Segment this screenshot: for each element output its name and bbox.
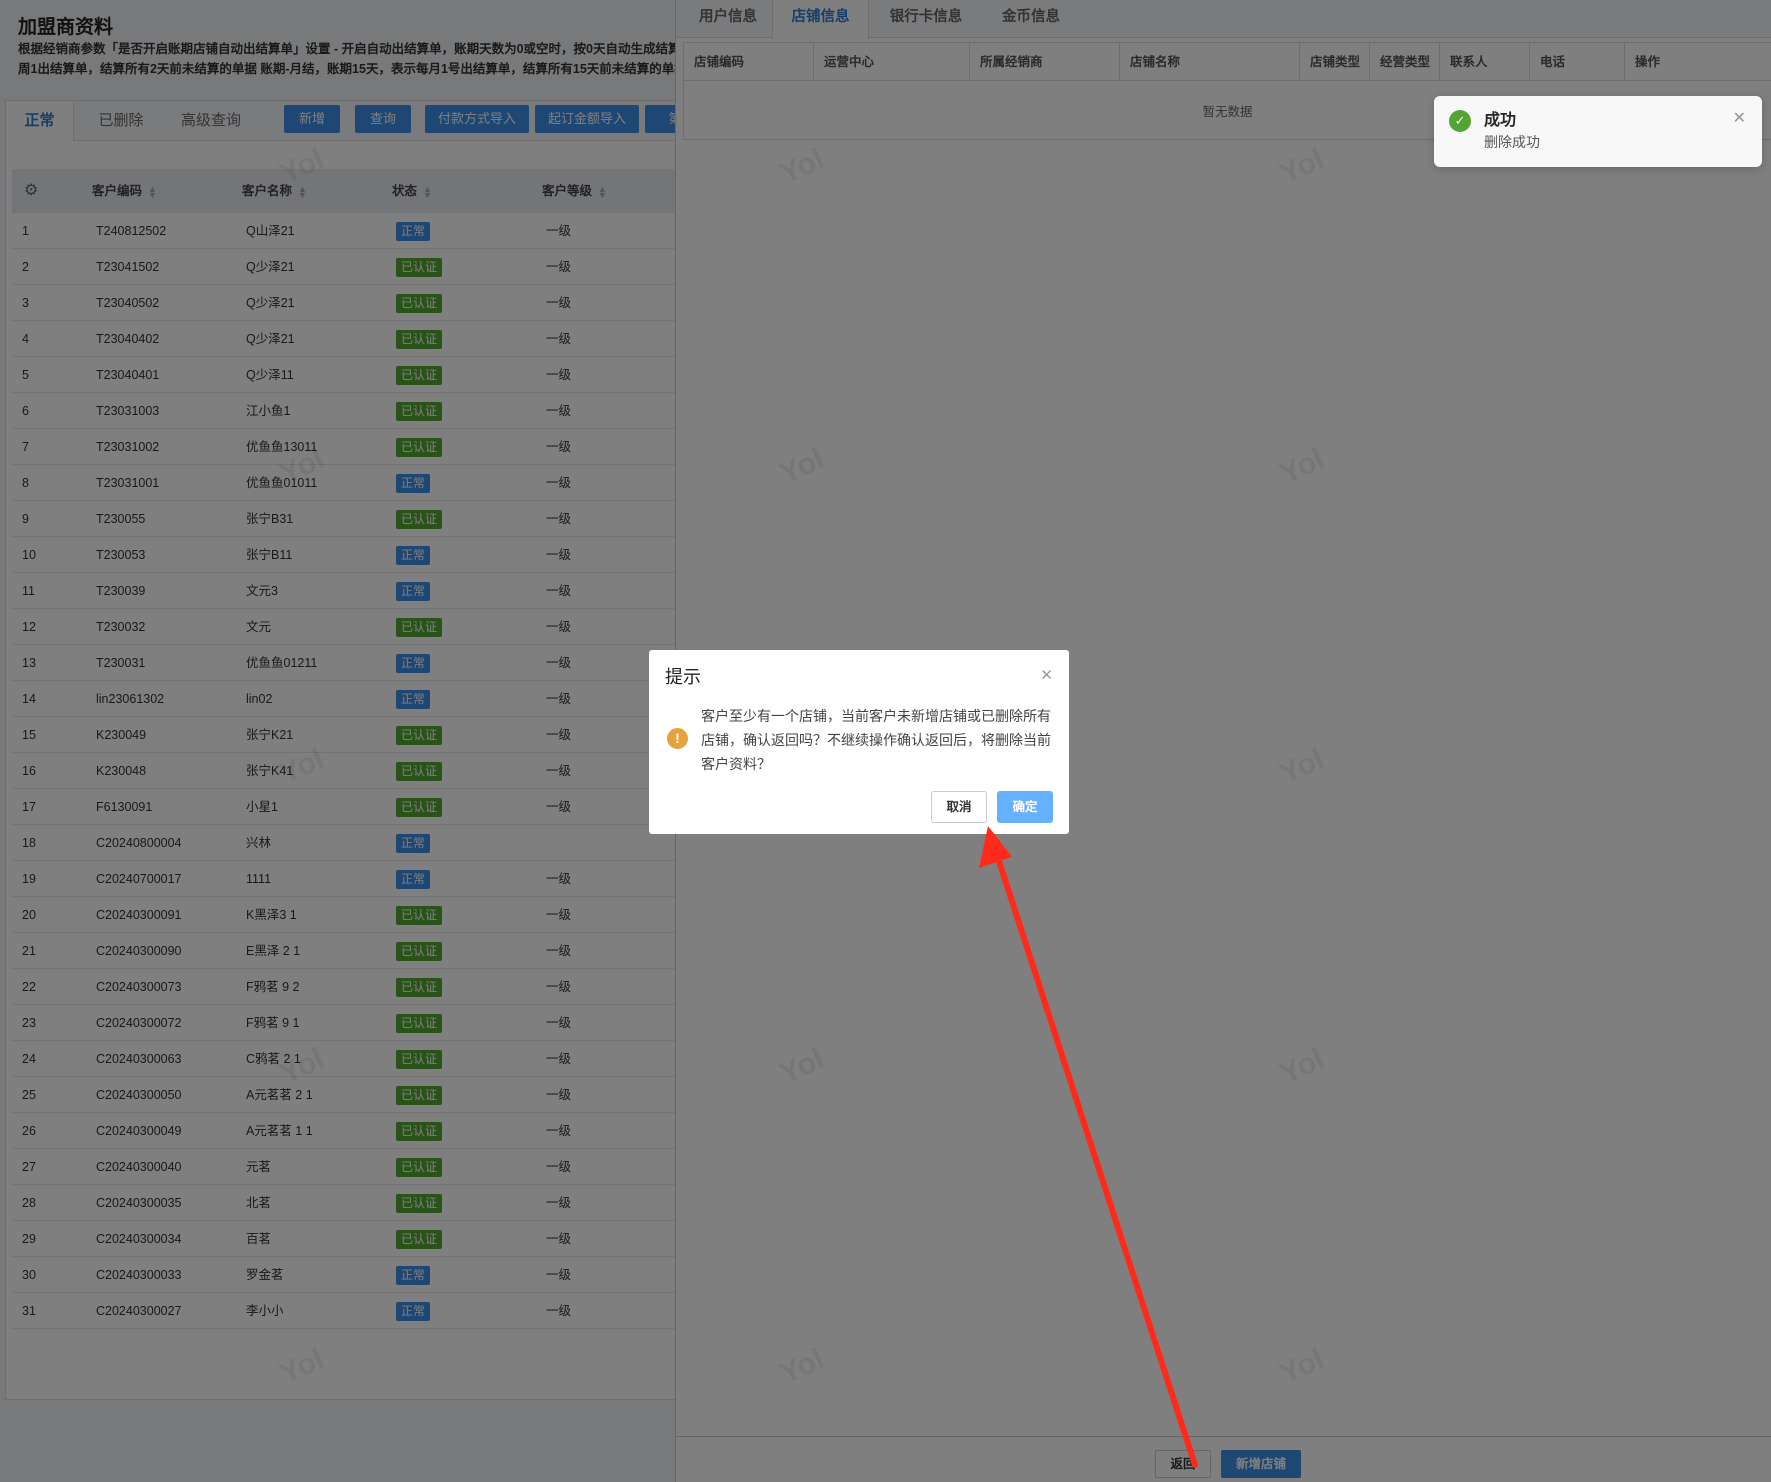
arrow-head — [979, 826, 1012, 868]
arrow-shaft — [994, 852, 1198, 1468]
annotation-arrow — [979, 826, 1198, 1468]
